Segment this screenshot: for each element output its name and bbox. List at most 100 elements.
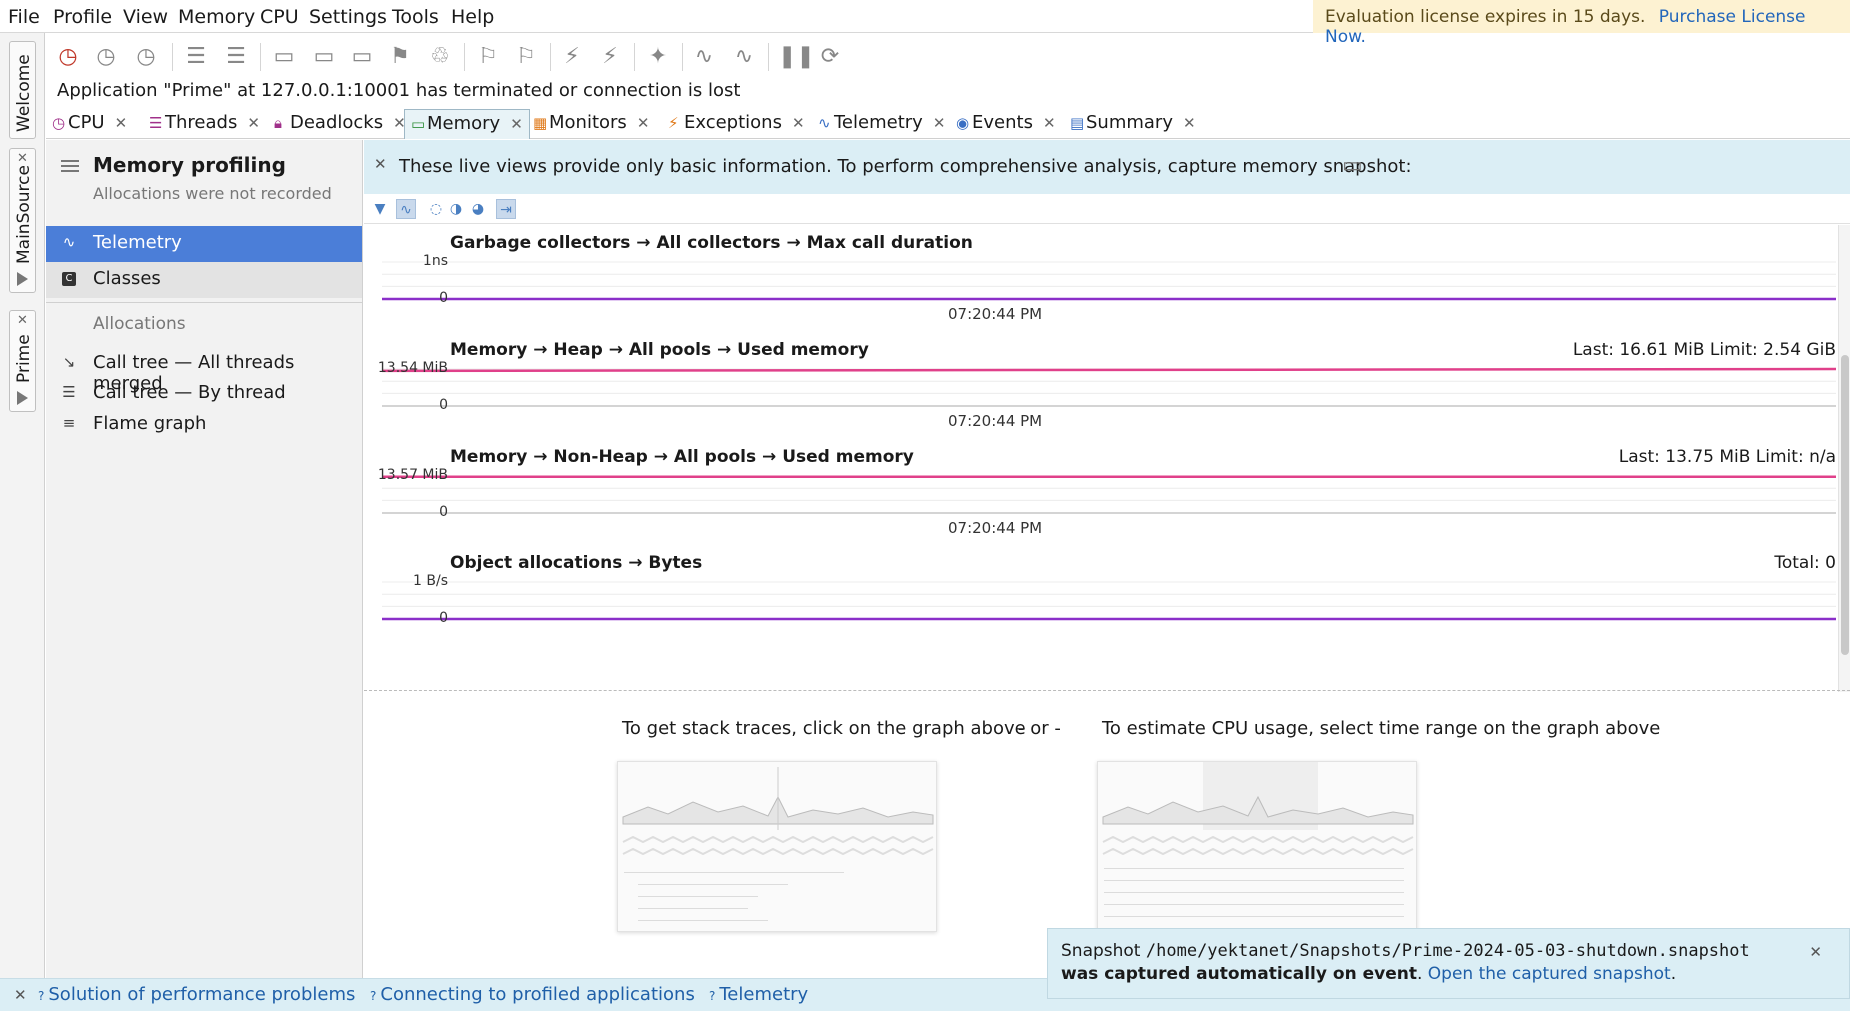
sidebar-item-flame-graph[interactable]: ≡ Flame graph bbox=[46, 407, 362, 443]
thread-clear-icon[interactable]: ☰ bbox=[222, 43, 250, 71]
exceptions-stop-icon[interactable]: ⚡ bbox=[596, 43, 624, 71]
close-icon[interactable]: ✕ bbox=[637, 114, 650, 132]
recycle-icon[interactable]: ♲ bbox=[426, 43, 454, 71]
thread-dump-icon[interactable]: ☰ bbox=[182, 43, 210, 71]
close-icon[interactable]: ✕ bbox=[792, 114, 805, 132]
flag-icon[interactable]: ⚑ bbox=[386, 43, 414, 71]
sidebar-item-telemetry[interactable]: ∿ Telemetry bbox=[46, 226, 362, 262]
tab-cpu[interactable]: ◷ CPU ✕ bbox=[46, 109, 133, 139]
zoom-in-icon[interactable]: ◌ bbox=[426, 199, 446, 219]
notification-line-1: Snapshot /home/yektanet/Snapshots/Prime-… bbox=[1061, 940, 1849, 963]
telemetry-view-icon[interactable]: ∿ bbox=[396, 199, 416, 219]
cpu-tracing-icon[interactable]: ◷ bbox=[92, 43, 120, 71]
cpu-usage-preview-image bbox=[1097, 761, 1417, 932]
monitor-stop-icon[interactable]: ⚐ bbox=[512, 43, 540, 71]
tab-telemetry[interactable]: ∿ Telemetry ✕ bbox=[812, 109, 951, 139]
tab-memory[interactable]: ▭ Memory ✕ bbox=[404, 109, 530, 139]
vertical-tab-prime[interactable]: ✕ Prime bbox=[9, 310, 36, 412]
tab-threads[interactable]: ☰ Threads ✕ bbox=[143, 109, 266, 139]
exceptions-start-icon[interactable]: ⚡ bbox=[558, 43, 586, 71]
menu-tools[interactable]: Tools bbox=[392, 6, 439, 28]
tab-strip: ◷ CPU ✕ ☰ Threads ✕ 🔒︎ Deadlocks ✕ ▭ Memory ✕ ▦ M… bbox=[46, 109, 1850, 139]
tab-label: Summary bbox=[1086, 112, 1173, 133]
vertical-scrollbar[interactable] bbox=[1838, 225, 1850, 692]
play-icon bbox=[17, 391, 28, 405]
preview-graph bbox=[1102, 762, 1414, 856]
sidebar-item-label: Flame graph bbox=[93, 413, 207, 434]
tab-summary[interactable]: ▤ Summary ✕ bbox=[1064, 109, 1202, 139]
menu-settings[interactable]: Settings bbox=[309, 6, 387, 28]
tab-label: Threads bbox=[165, 112, 238, 133]
graph-stats: Last: 16.61 MiB Limit: 2.54 GiB bbox=[1572, 340, 1836, 360]
close-icon[interactable]: ✕ bbox=[247, 114, 260, 132]
vertical-tab-mainsource[interactable]: ✕ MainSource bbox=[9, 148, 36, 293]
close-icon[interactable]: ✕ bbox=[14, 986, 27, 1004]
memory-snapshot-icon[interactable]: ▭ bbox=[270, 43, 298, 71]
vertical-tab-welcome[interactable]: Welcome bbox=[9, 41, 36, 139]
zoom-out-icon[interactable]: ◕ bbox=[468, 199, 488, 219]
panel-splitter[interactable] bbox=[364, 690, 1850, 694]
close-icon[interactable]: ✕ bbox=[115, 114, 128, 132]
hamburger-menu-icon[interactable] bbox=[61, 160, 79, 172]
menu-view[interactable]: View bbox=[123, 6, 168, 28]
class-icon: C bbox=[62, 272, 76, 286]
telemetry-graphs[interactable]: Garbage collectors → All collectors → Ma… bbox=[364, 225, 1836, 692]
call-tree-arrow-icon: ↘ bbox=[62, 353, 76, 371]
preview-row bbox=[638, 908, 748, 909]
menu-profile[interactable]: Profile bbox=[53, 6, 112, 28]
graph-title: Memory → Heap → All pools → Used memory bbox=[450, 340, 869, 360]
monitor-start-icon[interactable]: ⚐ bbox=[474, 43, 502, 71]
cpu-sampling-icon[interactable]: ◷ bbox=[54, 43, 82, 71]
close-icon[interactable]: ✕ bbox=[1183, 114, 1196, 132]
tab-label: Memory bbox=[427, 113, 501, 134]
tab-deadlocks[interactable]: 🔒︎ Deadlocks ✕ bbox=[268, 109, 412, 139]
menu-cpu[interactable]: CPU bbox=[260, 6, 299, 28]
close-icon[interactable]: ✕ bbox=[510, 115, 523, 133]
scroll-to-end-icon[interactable]: ⇥ bbox=[496, 199, 516, 219]
close-icon[interactable]: ✕ bbox=[1043, 114, 1056, 132]
cpu-stop-icon[interactable]: ◷ bbox=[132, 43, 160, 71]
filter-icon[interactable]: ▼ bbox=[370, 199, 390, 219]
preview-row bbox=[638, 896, 758, 897]
y-axis-zero-label: 0 bbox=[439, 504, 448, 520]
help-link-connecting[interactable]: ? Connecting to profiled applications bbox=[370, 984, 695, 1005]
help-icon: ? bbox=[370, 989, 377, 1003]
capture-snapshot-icon[interactable]: ▭ bbox=[1342, 153, 1363, 178]
preview-row bbox=[1104, 916, 1404, 917]
telemetry-start-icon[interactable]: ∿ bbox=[690, 43, 718, 71]
graph-toolbar: ▼ ∿ ◌ ◑ ◕ ⇥ bbox=[364, 194, 1850, 224]
menu-memory[interactable]: Memory bbox=[178, 6, 255, 28]
zoom-fit-icon[interactable]: ◑ bbox=[446, 199, 466, 219]
magic-wand-icon[interactable]: ✦ bbox=[644, 43, 672, 71]
toolbar: ◷ ◷ ◷ ☰ ☰ ▭ ▭ ▭ ⚑ ♲ ⚐ ⚐ ⚡ ⚡ ✦ ∿ ∿ ❚❚ ⟳ bbox=[46, 33, 1850, 79]
telemetry-stop-icon[interactable]: ∿ bbox=[730, 43, 758, 71]
link-label: Solution of performance problems bbox=[48, 984, 356, 1005]
menu-file[interactable]: File bbox=[8, 6, 40, 28]
help-link-telemetry[interactable]: ? Telemetry bbox=[709, 984, 808, 1005]
refresh-icon[interactable]: ⟳ bbox=[816, 43, 844, 71]
close-icon[interactable]: ✕ bbox=[1809, 941, 1822, 964]
tab-exceptions[interactable]: ⚡ Exceptions ✕ bbox=[662, 109, 811, 139]
memory-allocations-icon[interactable]: ▭ bbox=[310, 43, 338, 71]
open-snapshot-link[interactable]: Open the captured snapshot bbox=[1428, 964, 1671, 984]
tab-events[interactable]: ◉ Events ✕ bbox=[950, 109, 1062, 139]
notification-prefix: Snapshot bbox=[1061, 941, 1141, 961]
pause-icon[interactable]: ❚❚ bbox=[778, 43, 815, 71]
sidebar-item-classes[interactable]: C Classes bbox=[46, 262, 362, 298]
close-icon[interactable]: ✕ bbox=[374, 155, 387, 173]
y-axis-zero-label: 0 bbox=[439, 397, 448, 413]
panel-subtitle: Allocations were not recorded bbox=[93, 184, 332, 203]
tab-label: Monitors bbox=[549, 112, 627, 133]
close-icon[interactable]: ✕ bbox=[17, 313, 28, 328]
scrollbar-thumb[interactable] bbox=[1841, 355, 1849, 655]
preview-row bbox=[638, 884, 788, 885]
vertical-tab-label: Welcome bbox=[14, 54, 34, 132]
close-icon[interactable]: ✕ bbox=[17, 151, 28, 166]
memory-stop-icon[interactable]: ▭ bbox=[348, 43, 376, 71]
allocations-header: Allocations bbox=[93, 314, 186, 334]
menu-help[interactable]: Help bbox=[451, 6, 494, 28]
close-icon[interactable]: ✕ bbox=[933, 114, 946, 132]
help-link-performance[interactable]: ? Solution of performance problems bbox=[38, 984, 355, 1005]
tab-monitors[interactable]: ▦ Monitors ✕ bbox=[527, 109, 655, 139]
graph-title: Memory → Non-Heap → All pools → Used mem… bbox=[450, 447, 914, 467]
